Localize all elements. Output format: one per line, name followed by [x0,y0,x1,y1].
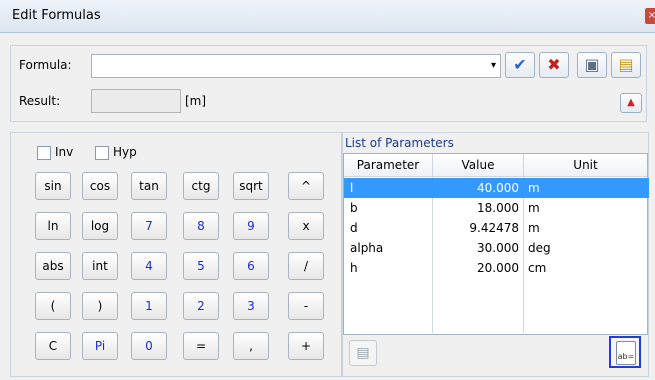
key-int[interactable]: int [82,252,118,280]
column-header-unit[interactable]: Unit [524,154,647,177]
key-equals[interactable]: = [183,332,219,360]
key-2[interactable]: 2 [183,292,219,320]
edit-parameters-button[interactable]: ab= [609,336,641,368]
save-icon: ▣ [584,55,600,74]
param-value: 20.000 [477,261,519,275]
chevron-down-icon[interactable]: ▾ [491,60,496,71]
param-unit: m [528,181,540,195]
key-cos[interactable]: cos [82,172,118,200]
key-tan[interactable]: tan [131,172,167,200]
column-header-parameter[interactable]: Parameter [344,154,433,177]
check-icon: ✔ [513,55,527,74]
key-sin[interactable]: sin [35,172,71,200]
hyp-checkbox[interactable] [95,146,109,160]
warning-button[interactable]: ▲ [620,93,642,113]
param-value: 18.000 [477,201,519,215]
inv-checkbox[interactable] [37,146,51,160]
table-row[interactable]: alpha 30.000 deg [344,238,649,258]
param-name: d [350,221,358,235]
x-icon: ✖ [547,55,561,74]
key-6[interactable]: 6 [233,252,269,280]
insert-parameter-button[interactable]: ▤ [349,340,377,366]
param-unit: m [528,221,540,235]
key-log[interactable]: log [82,212,118,240]
result-field [91,89,181,113]
key-pi[interactable]: Pi [82,332,118,360]
param-name: b [350,201,358,215]
folder-icon: ▤ [618,55,634,74]
column-header-label: Parameter [356,158,420,172]
key-clear[interactable]: C [35,332,71,360]
key-minus[interactable]: - [288,292,324,320]
table-row[interactable]: b 18.000 m [344,198,649,218]
close-icon[interactable]: × [645,8,655,24]
param-unit: cm [528,261,547,275]
formula-panel: Formula: ▾ ✔ ✖ ▣ ▤ Result: [m] ▲ [10,45,647,122]
formula-label: Formula: [19,58,72,72]
window-title: Edit Formulas [12,8,101,23]
key-4[interactable]: 4 [131,252,167,280]
param-value: 30.000 [477,241,519,255]
cancel-button[interactable]: ✖ [539,52,569,78]
key-ln[interactable]: ln [35,212,71,240]
key-power[interactable]: ^ [288,172,324,200]
save-button[interactable]: ▣ [577,52,607,78]
key-1[interactable]: 1 [131,292,167,320]
calculator-panel: Inv Hyp sin cos tan ctg sqrt ^ ln log 7 … [10,132,342,377]
key-open-paren[interactable]: ( [35,292,71,320]
param-value: 40.000 [477,181,519,195]
key-abs[interactable]: abs [35,252,71,280]
column-header-label: Value [461,158,495,172]
key-ctg[interactable]: ctg [183,172,219,200]
formula-editor-icon-label: ab= [617,352,635,361]
key-multiply[interactable]: x [288,212,324,240]
inv-label: Inv [55,145,74,159]
param-name: h [350,261,358,275]
key-9[interactable]: 9 [233,212,269,240]
key-comma[interactable]: , [233,332,269,360]
key-plus[interactable]: + [288,332,324,360]
key-8[interactable]: 8 [183,212,219,240]
key-sqrt[interactable]: sqrt [233,172,269,200]
ok-button[interactable]: ✔ [505,52,535,78]
key-close-paren[interactable]: ) [82,292,118,320]
column-header-label: Unit [573,158,598,172]
column-header-value[interactable]: Value [433,154,524,177]
key-3[interactable]: 3 [233,292,269,320]
table-row[interactable]: h 20.000 cm [344,258,649,278]
result-unit: [m] [185,94,207,108]
edit-formulas-window: Edit Formulas × Formula: ▾ ✔ ✖ ▣ ▤ Resul… [0,0,655,380]
parameters-title: List of Parameters [345,136,454,150]
parameters-table: Parameter Value Unit l 40.000 m b 18.000… [343,153,649,335]
parameters-panel: List of Parameters Parameter Value Unit … [342,132,649,377]
param-unit: m [528,201,540,215]
title-bar: Edit Formulas × [0,0,655,33]
open-button[interactable]: ▤ [611,52,641,78]
hyp-label: Hyp [113,145,137,159]
key-7[interactable]: 7 [131,212,167,240]
warning-icon: ▲ [627,97,635,108]
formula-editor-icon: ab= [616,341,636,365]
result-label: Result: [19,94,61,108]
param-unit: deg [528,241,551,255]
param-name: alpha [350,241,384,255]
formula-input[interactable]: ▾ [91,54,501,78]
table-row[interactable]: l 40.000 m [344,178,649,198]
insert-icon: ▤ [356,345,370,361]
key-5[interactable]: 5 [183,252,219,280]
param-name: l [350,181,354,195]
key-divide[interactable]: / [288,252,324,280]
table-row[interactable]: d 9.42478 m [344,218,649,238]
param-value: 9.42478 [469,221,519,235]
key-0[interactable]: 0 [131,332,167,360]
